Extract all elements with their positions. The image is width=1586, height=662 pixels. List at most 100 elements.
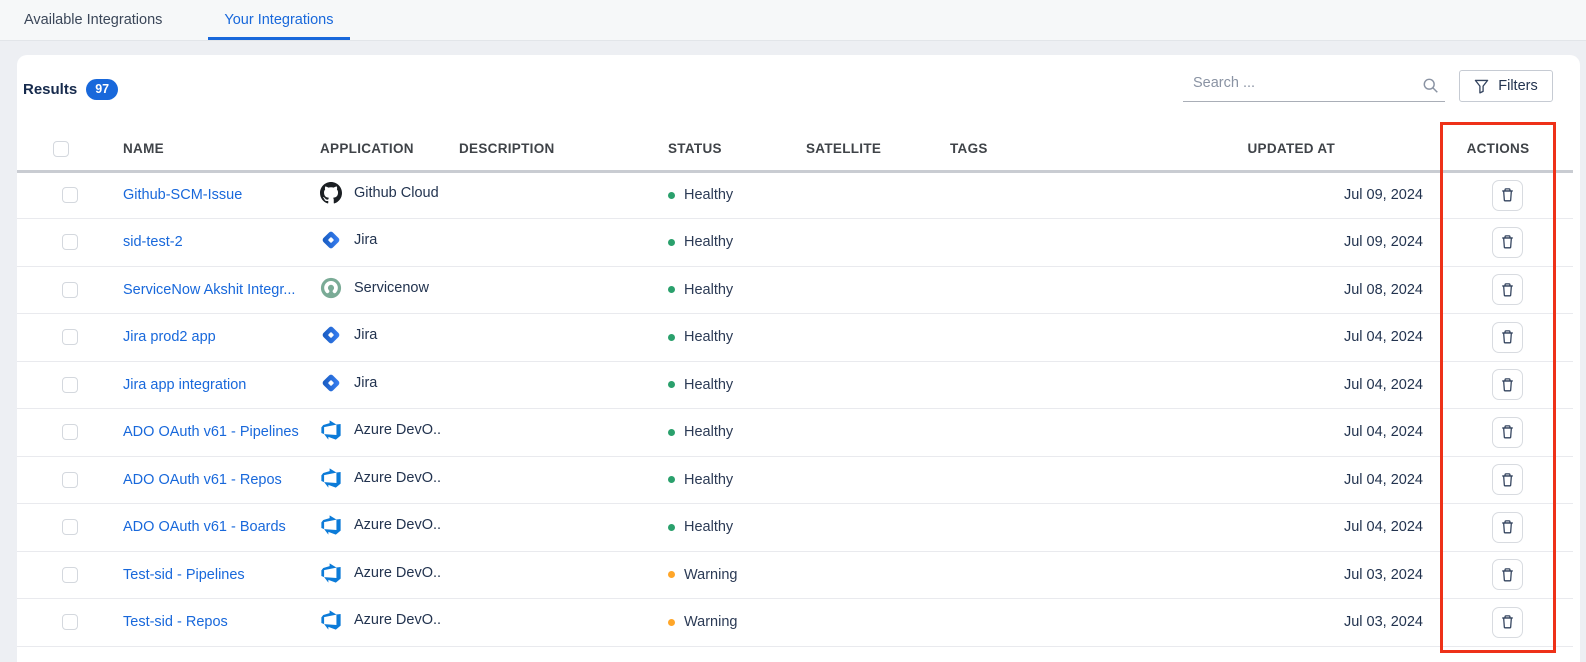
tags-cell — [932, 361, 1105, 409]
updated-at: Jul 03, 2024 — [1105, 599, 1423, 647]
filters-button[interactable]: Filters — [1459, 70, 1553, 102]
row-checkbox[interactable] — [62, 377, 78, 393]
delete-button[interactable] — [1492, 512, 1523, 543]
table-row: Test-sid - PipelinesAzure DevO...Warning… — [17, 551, 1573, 599]
tags-cell — [932, 266, 1105, 314]
row-checkbox[interactable] — [62, 614, 78, 630]
column-header-status[interactable]: STATUS — [650, 128, 788, 171]
description-cell — [441, 314, 650, 362]
column-header-satellite[interactable]: SATELLITE — [788, 128, 932, 171]
status-dot — [668, 381, 675, 388]
description-cell — [441, 599, 650, 647]
tags-cell — [932, 456, 1105, 504]
satellite-cell — [788, 409, 932, 457]
integration-name-link[interactable]: ADO OAuth v61 - Boards — [123, 519, 286, 535]
satellite-cell — [788, 551, 932, 599]
row-checkbox[interactable] — [62, 234, 78, 250]
search-field — [1183, 71, 1445, 102]
integration-name-link[interactable]: Test-sid - Pipelines — [123, 567, 245, 583]
integration-name-link[interactable]: sid-test-2 — [123, 234, 183, 250]
select-all-checkbox[interactable] — [53, 141, 69, 157]
delete-button[interactable] — [1492, 417, 1523, 448]
azure-devops-icon — [320, 609, 342, 631]
integration-name-link[interactable]: ServiceNow Akshit Integr... — [123, 282, 295, 298]
tags-cell — [932, 409, 1105, 457]
column-header-actions: ACTIONS — [1423, 128, 1573, 171]
satellite-cell — [788, 504, 932, 552]
row-checkbox[interactable] — [62, 187, 78, 203]
integration-name-link[interactable]: Jira app integration — [123, 377, 246, 393]
row-checkbox[interactable] — [62, 282, 78, 298]
application-label: Servicenow — [354, 280, 429, 296]
jira-icon — [320, 229, 342, 251]
delete-button[interactable] — [1492, 227, 1523, 258]
status-dot — [668, 286, 675, 293]
status-dot — [668, 524, 675, 531]
description-cell — [441, 266, 650, 314]
integrations-page: Available Integrations Your Integrations… — [0, 0, 1586, 662]
integrations-table: NAME APPLICATION DESCRIPTION STATUS SATE… — [17, 128, 1573, 647]
integration-name-link[interactable]: ADO OAuth v61 - Repos — [123, 472, 282, 488]
tags-cell — [932, 599, 1105, 647]
azure-devops-icon — [320, 514, 342, 536]
status-label: Healthy — [684, 187, 733, 203]
updated-at: Jul 09, 2024 — [1105, 171, 1423, 219]
status-dot — [668, 334, 675, 341]
delete-button[interactable] — [1492, 559, 1523, 590]
tab-available-integrations[interactable]: Available Integrations — [8, 0, 178, 40]
status-dot — [668, 429, 675, 436]
description-cell — [441, 361, 650, 409]
delete-button[interactable] — [1492, 607, 1523, 638]
table-row: ADO OAuth v61 - PipelinesAzure DevO...He… — [17, 409, 1573, 457]
description-cell — [441, 456, 650, 504]
description-cell — [441, 171, 650, 219]
row-checkbox[interactable] — [62, 424, 78, 440]
delete-button[interactable] — [1492, 322, 1523, 353]
status-dot — [668, 619, 675, 626]
table-row: ServiceNow Akshit Integr...ServicenowHea… — [17, 266, 1573, 314]
tags-cell — [932, 551, 1105, 599]
search-input[interactable] — [1183, 71, 1445, 101]
tab-bar: Available Integrations Your Integrations — [0, 0, 1586, 41]
updated-at: Jul 04, 2024 — [1105, 361, 1423, 409]
column-header-tags[interactable]: TAGS — [932, 128, 1105, 171]
application-label: Github Cloud — [354, 185, 439, 201]
application-label: Azure DevO... — [354, 517, 441, 533]
delete-button[interactable] — [1492, 369, 1523, 400]
integration-name-link[interactable]: Jira prod2 app — [123, 329, 216, 345]
tab-your-integrations[interactable]: Your Integrations — [208, 0, 349, 40]
column-header-name[interactable]: NAME — [105, 128, 302, 171]
description-cell — [441, 219, 650, 267]
tags-cell — [932, 504, 1105, 552]
results-label: Results — [23, 81, 77, 98]
filters-label: Filters — [1498, 78, 1537, 94]
column-header-updated-at[interactable]: UPDATED AT — [1105, 128, 1423, 171]
search-icon — [1422, 77, 1439, 94]
table-row: Jira prod2 appJiraHealthyJul 04, 2024 — [17, 314, 1573, 362]
column-header-description[interactable]: DESCRIPTION — [441, 128, 650, 171]
jira-icon — [320, 372, 342, 394]
row-checkbox[interactable] — [62, 567, 78, 583]
application-label: Jira — [354, 232, 377, 248]
status-label: Healthy — [684, 472, 733, 488]
filter-funnel-icon — [1474, 79, 1489, 94]
integration-name-link[interactable]: Github-SCM-Issue — [123, 187, 242, 203]
integration-name-link[interactable]: Test-sid - Repos — [123, 614, 228, 630]
integration-name-link[interactable]: ADO OAuth v61 - Pipelines — [123, 424, 299, 440]
delete-button[interactable] — [1492, 274, 1523, 305]
column-header-application[interactable]: APPLICATION — [302, 128, 441, 171]
updated-at: Jul 08, 2024 — [1105, 266, 1423, 314]
row-checkbox[interactable] — [62, 329, 78, 345]
delete-button[interactable] — [1492, 180, 1523, 211]
row-checkbox[interactable] — [62, 472, 78, 488]
results-summary: Results 97 — [23, 75, 118, 103]
description-cell — [441, 409, 650, 457]
tags-cell — [932, 314, 1105, 362]
table-body: Github-SCM-Issue Github Cloud Healthy Jul 0… — [17, 171, 1573, 646]
row-checkbox[interactable] — [62, 519, 78, 535]
status-label: Healthy — [684, 424, 733, 440]
status-label: Healthy — [684, 377, 733, 393]
satellite-cell — [788, 171, 932, 219]
delete-button[interactable] — [1492, 464, 1523, 495]
status-label: Healthy — [684, 519, 733, 535]
